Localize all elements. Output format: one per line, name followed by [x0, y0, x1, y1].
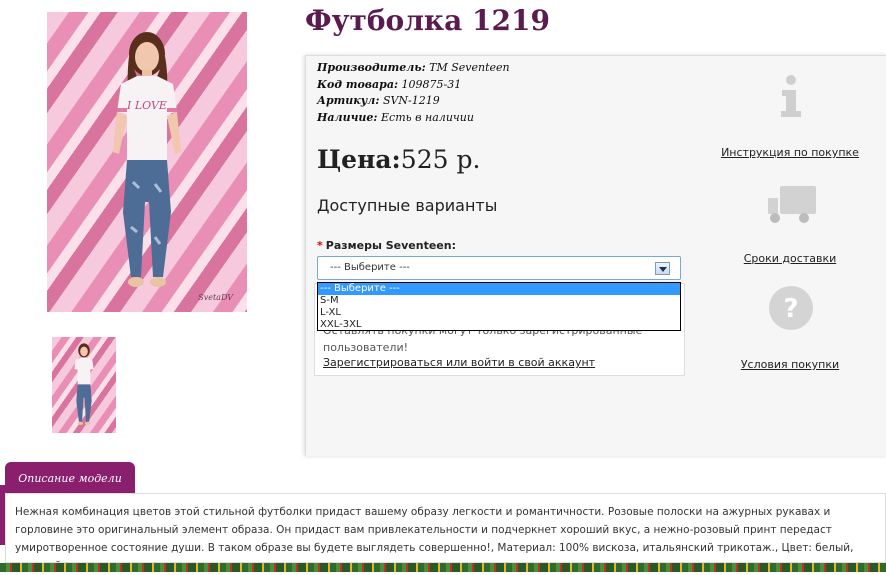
info-icon[interactable]: [766, 71, 816, 121]
code-row: Код товара: 109875-31: [317, 77, 510, 94]
code-label: Код товара:: [317, 77, 399, 91]
article-label: Артикул:: [317, 94, 380, 107]
image-signature: SvetaDV: [198, 293, 234, 302]
instruction-link[interactable]: Инструкция по покупке: [710, 146, 870, 159]
price-label: Цена:: [317, 145, 401, 174]
size-option[interactable]: S-M: [318, 295, 680, 307]
truck-icon[interactable]: [766, 180, 816, 230]
product-main-image[interactable]: I LOVE SvetaDV: [47, 12, 247, 312]
price-value: 525 р.: [400, 145, 481, 174]
login-register-link[interactable]: Зарегистрироваться или войти в свой акка…: [323, 356, 595, 369]
availability-value: Есть в наличии: [381, 110, 474, 124]
required-mark: *: [317, 239, 323, 252]
variants-heading: Доступные варианты: [317, 196, 498, 215]
manufacturer-label: Производитель:: [317, 61, 426, 74]
svg-text:?: ?: [783, 294, 798, 324]
garland-decoration: [0, 563, 886, 572]
article-row: Артикул: SVN-1219: [317, 93, 510, 110]
code-value: 109875-31: [401, 77, 462, 91]
thumbnail-figure: [74, 343, 94, 425]
size-label: * Размеры Seventeen:: [317, 239, 456, 252]
price: Цена:525 р.: [317, 145, 480, 174]
product-thumbnail[interactable]: [52, 337, 116, 433]
model-figure: I LOVE SvetaDV: [113, 32, 234, 302]
availability-label: Наличие:: [317, 110, 378, 124]
size-option[interactable]: XXL-3XL: [318, 319, 680, 331]
availability-row: Наличие: Есть в наличии: [317, 110, 510, 127]
product-meta: Производитель: TM Seventeen Код товара: …: [317, 60, 510, 126]
manufacturer-row: Производитель: TM Seventeen: [317, 60, 510, 77]
question-icon[interactable]: ?: [766, 284, 816, 334]
product-title: Футболка 1219: [305, 4, 550, 37]
description-box: Нежная комбинация цветов этой стильной ф…: [5, 493, 886, 572]
manufacturer-value: TM Seventeen: [429, 61, 510, 74]
shirt-print: I LOVE: [126, 99, 167, 112]
chevron-down-icon[interactable]: [655, 262, 670, 275]
conditions-link[interactable]: Условия покупки: [710, 358, 870, 371]
size-select[interactable]: --- Выберите ---: [317, 256, 681, 280]
delivery-link[interactable]: Сроки доставки: [710, 252, 870, 265]
tab-description[interactable]: Описание модели: [5, 462, 135, 494]
login-notice-text-2: пользователи!: [323, 341, 409, 354]
size-dropdown-list[interactable]: --- Выберите --- S-M L-XL XXL-3XL: [317, 282, 681, 331]
size-label-text: Размеры Seventeen:: [325, 239, 456, 252]
size-option[interactable]: L-XL: [318, 307, 680, 319]
size-select-value: --- Выберите ---: [330, 262, 410, 273]
size-option[interactable]: --- Выберите ---: [318, 283, 680, 295]
article-value: SVN-1219: [382, 94, 440, 107]
